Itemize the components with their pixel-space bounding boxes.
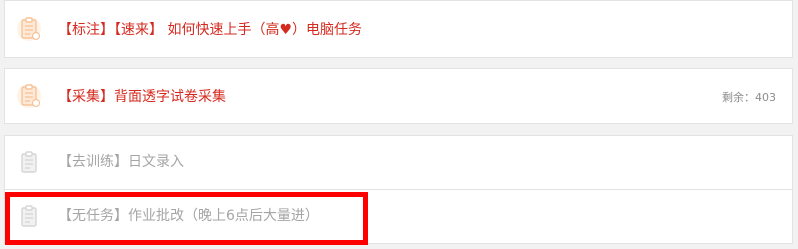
remaining-count: 剩余：403: [722, 91, 776, 104]
clipboard-icon: [17, 81, 43, 111]
task-item-training[interactable]: 【去训练】日文录入: [4, 135, 793, 189]
clipboard-icon: [17, 14, 43, 44]
task-item-collection[interactable]: 【采集】背面透字试卷采集 剩余：403: [4, 68, 793, 124]
task-item-homework-grading[interactable]: 【无任务】作业批改（晚上6点后大量进）: [4, 189, 793, 244]
task-title[interactable]: 【采集】背面透字试卷采集: [58, 88, 226, 106]
task-title[interactable]: 【无任务】作业批改（晚上6点后大量进）: [58, 207, 319, 225]
clipboard-icon: [17, 148, 43, 178]
task-title[interactable]: 【标注】【速来】 如何快速上手（高♥）电脑任务: [58, 21, 362, 39]
clipboard-icon: [17, 202, 43, 232]
task-title[interactable]: 【去训练】日文录入: [58, 153, 184, 171]
task-item-annotation-quickstart[interactable]: 【标注】【速来】 如何快速上手（高♥）电脑任务: [4, 0, 793, 58]
